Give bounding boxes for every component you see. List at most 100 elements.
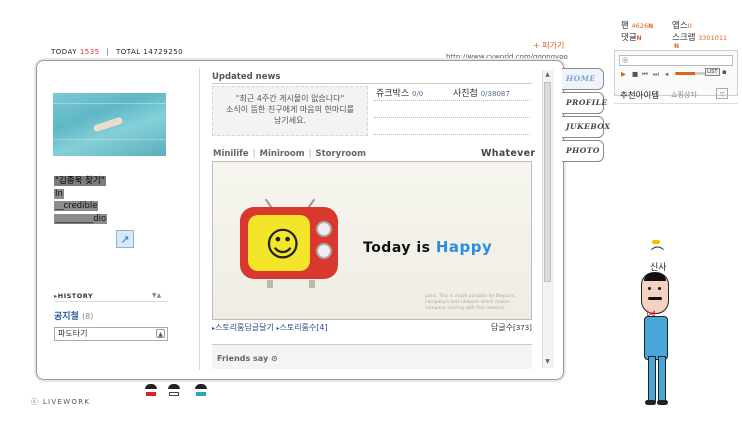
mini-icon	[196, 392, 206, 396]
miniroom-title: Whatever	[481, 148, 536, 159]
dotted-line	[374, 117, 530, 119]
tab-home[interactable]: HOME	[562, 68, 604, 90]
mini-icon	[146, 392, 156, 396]
water-highlight	[53, 139, 166, 140]
character-body	[644, 316, 668, 360]
select-arrow-icon[interactable]: ▲	[156, 329, 165, 338]
photo-stat[interactable]: 사진첩 0/38087	[453, 86, 510, 99]
recommend-row: 추천아이템 쇼핑상자 ▽	[614, 87, 738, 104]
shopping-box-link[interactable]: 쇼핑상자	[671, 90, 697, 100]
jukebox-stat[interactable]: 쥬크박스 0/0	[376, 86, 423, 99]
tab-profile[interactable]: PROFILE	[562, 92, 607, 114]
storyroom-links: ▸스토리룸답글달기 ▸스토리룸수[4]	[212, 322, 328, 333]
miniroom-image[interactable]: ☺ Today is Happy poris. This is made pos…	[212, 161, 532, 320]
news-empty-line: 남기세요.	[274, 116, 306, 125]
notice-label: 공지철	[54, 312, 79, 322]
intro-line: In	[54, 188, 64, 199]
tab-photo[interactable]: PHOTO	[562, 140, 604, 162]
mini-icon[interactable]	[168, 384, 180, 389]
wave-surf-select[interactable]: 파도타기 ▲	[54, 327, 168, 341]
next-icon[interactable]: ⏭	[653, 70, 659, 79]
total-label: TOTAL	[115, 48, 141, 56]
bowtie-icon	[652, 240, 660, 244]
news-empty-line: 소식이 뜸한 친구에게 마음의 한마디를	[226, 105, 354, 114]
total-count: 14729250	[143, 48, 184, 56]
tab-minilife[interactable]: Minilife	[213, 149, 249, 159]
recommend-toggle-icon[interactable]: ▽	[716, 88, 728, 99]
swimmer-figure	[92, 116, 124, 133]
miniroom-fine-print: poris. This is made possible by theporis…	[425, 294, 516, 311]
play-icon[interactable]: ▶	[621, 70, 626, 78]
intro-line: __credible	[54, 201, 99, 211]
recommend-items-link[interactable]: 추천아이템	[620, 89, 659, 101]
tv-leg	[267, 280, 273, 288]
storyroom-reply-link[interactable]: 스토리룸답글달기	[215, 323, 274, 332]
tv-leg	[309, 280, 315, 288]
dotted-line	[374, 134, 530, 136]
friends-say-label[interactable]: Friends say ⊙	[217, 354, 278, 363]
character-leg	[658, 356, 666, 402]
tv-knob	[316, 243, 332, 259]
playlist-button[interactable]: LIST	[705, 68, 720, 76]
mini-icon[interactable]	[145, 384, 157, 389]
scrollbar-thumb[interactable]	[544, 82, 551, 282]
storyroom-count-link[interactable]: 스토리룸수[4]	[279, 323, 327, 332]
livework-logo[interactable]: ⓒ LIVEWORK	[31, 397, 90, 407]
jukebox-count: 0/0	[412, 90, 424, 98]
prev-icon[interactable]: ⏮	[642, 70, 648, 79]
intro-line: "김종욱 찾기"	[54, 176, 106, 186]
player-track-display[interactable]: ◎	[619, 55, 733, 66]
mini-icon[interactable]	[195, 384, 207, 389]
notice-count: (8)	[81, 312, 94, 321]
fan-stat[interactable]: 팬 4626N	[621, 19, 653, 31]
select-value: 파도타기	[58, 329, 88, 338]
water-highlight	[53, 103, 166, 104]
updated-news-title: Updated news	[212, 72, 281, 82]
room-tabs: Minilife | Miniroom | Storyroom	[213, 149, 366, 159]
player-menu-icon[interactable]: ▪	[722, 68, 727, 76]
volume-icon[interactable]: ◂	[665, 70, 668, 78]
today-label: TODAY	[51, 48, 78, 56]
volume-slider[interactable]	[675, 72, 697, 75]
profile-intro: "김종욱 찾기" In __credible _________dio	[54, 175, 108, 225]
counter-separator: |	[106, 48, 110, 56]
apps-stat[interactable]: 앱스0	[672, 19, 692, 31]
today-count: 1535	[79, 48, 100, 56]
tab-storyroom[interactable]: Storyroom	[315, 149, 366, 159]
character-shoe	[645, 400, 656, 405]
edit-profile-button[interactable]: ↗	[116, 230, 134, 248]
volume-slider-track	[695, 72, 705, 75]
notice-link[interactable]: 공지철 (8)	[54, 309, 93, 322]
divider-line	[212, 83, 532, 84]
friends-say-box: Friends say ⊙	[212, 344, 532, 369]
tv-knob	[316, 221, 332, 237]
column-divider	[199, 68, 200, 370]
reply-count: 답글수[373]	[491, 323, 532, 332]
visitor-counter: TODAY 1535 | TOTAL 14729250	[51, 48, 183, 56]
tab-miniroom[interactable]: Miniroom	[260, 149, 305, 159]
mini-icon	[169, 392, 179, 396]
divider-line	[54, 301, 168, 302]
today-is-happy-text: Today is Happy	[363, 238, 493, 256]
tv-icon: ☺	[240, 207, 338, 279]
follow-link[interactable]: + 퍼가기	[533, 40, 564, 51]
tab-jukebox[interactable]: JUKEBOX	[562, 116, 610, 138]
smiley-icon: ☺	[265, 225, 301, 265]
profile-photo[interactable]	[53, 93, 166, 156]
history-toggle-icon[interactable]: ▼▲	[152, 292, 161, 299]
scroll-up-icon[interactable]: ▲	[542, 70, 553, 80]
history-label[interactable]: ▸HISTORY	[54, 292, 93, 300]
character-head[interactable]	[641, 272, 669, 314]
stop-icon[interactable]: ■	[632, 70, 638, 78]
scrap-stat[interactable]: 스크랩 3301011	[672, 31, 727, 43]
comment-stat[interactable]: 댓글N	[621, 31, 642, 43]
photo-count: 0/38087	[480, 90, 510, 98]
news-empty-box: "최근 4주간 게시물이 없습니다" 소식이 뜸한 친구에게 마음의 한마디를 …	[212, 86, 368, 136]
scroll-down-icon[interactable]: ▼	[542, 357, 553, 367]
tv-screen: ☺	[248, 215, 310, 271]
news-empty-line: "최근 4주간 게시물이 없습니다"	[235, 94, 345, 103]
happy-word: Happy	[435, 238, 493, 256]
character-leg	[648, 356, 656, 402]
intro-line: _________dio	[54, 213, 108, 224]
dotted-line	[374, 100, 530, 102]
